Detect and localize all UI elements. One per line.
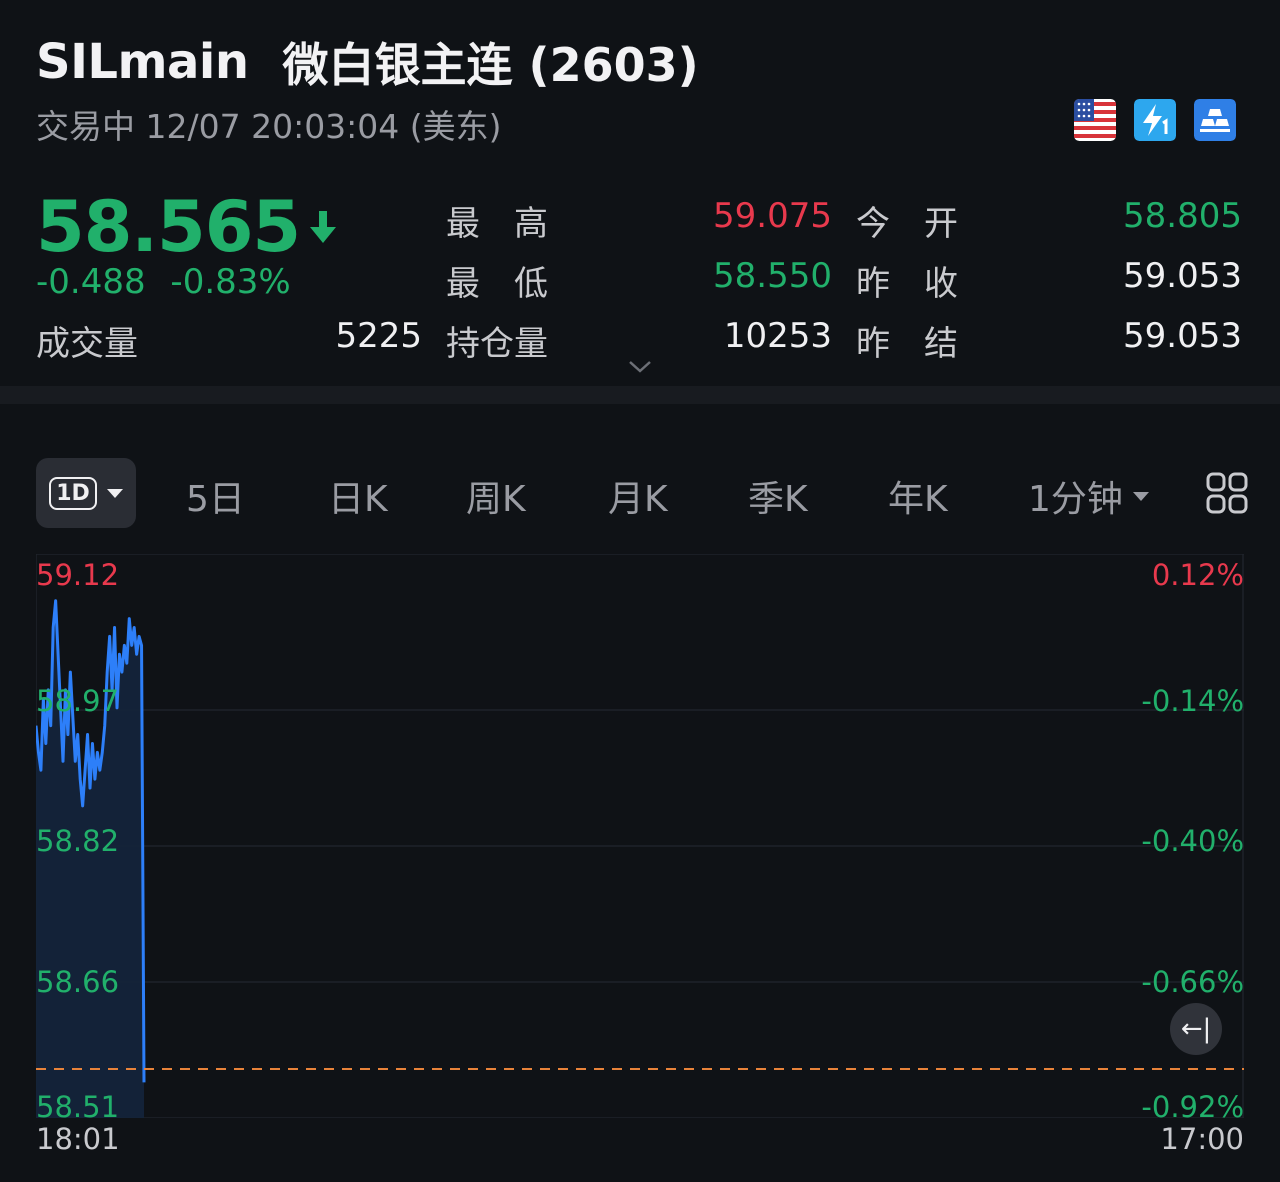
contract-name: 微白银主连 (2603) — [282, 38, 699, 92]
x-label-start: 18:01 — [36, 1122, 120, 1156]
dropdown-caret-icon — [106, 488, 123, 498]
tab-5day[interactable]: 5日 — [186, 470, 245, 522]
change-value: -0.488 — [36, 262, 146, 302]
prev-close-label: 昨 收 — [856, 264, 958, 304]
section-divider — [0, 386, 1280, 404]
high-value: 59.075 — [713, 196, 832, 236]
trading-status: 交易中 12/07 20:03:04 (美东) — [36, 107, 502, 146]
tab-yearly-k[interactable]: 年K — [888, 470, 948, 522]
tab-monthly-k[interactable]: 月K — [608, 470, 668, 522]
interval-caret-icon — [1132, 491, 1149, 501]
high-label: 最 高 — [446, 204, 548, 244]
price-value: 58.565 — [36, 186, 301, 268]
symbol: SILmain — [36, 34, 249, 90]
low-label: 最 低 — [446, 264, 548, 304]
y-label-3: 58.82 — [36, 824, 120, 858]
volume-label: 成交量 — [36, 324, 138, 364]
market-badges — [1074, 99, 1236, 141]
pct-label-4: -0.66% — [1141, 965, 1244, 999]
tab-intraday[interactable]: 1D — [36, 458, 136, 528]
open-interest-value: 10253 — [723, 316, 832, 356]
y-label-top: 59.12 — [36, 558, 120, 592]
pct-label-2: -0.14% — [1141, 684, 1244, 718]
pct-label-3: -0.40% — [1141, 824, 1244, 858]
return-arrow-icon: ←| — [1180, 1014, 1212, 1044]
intraday-chart[interactable] — [36, 554, 1244, 1118]
price-change: -0.488 -0.83% — [36, 262, 291, 302]
period-tabs: 1D 5日 日K 周K 月K 季K 年K 1分钟 — [36, 458, 1248, 532]
tab-interval[interactable]: 1分钟 — [1028, 470, 1149, 522]
gold-bars-icon[interactable] — [1194, 99, 1236, 141]
low-value: 58.550 — [713, 256, 832, 296]
open-label: 今 开 — [856, 204, 958, 244]
prev-settle-label: 昨 结 — [856, 324, 958, 364]
open-interest-label: 持仓量 — [446, 324, 548, 364]
last-price: 58.565 — [36, 186, 338, 268]
tab-weekly-k[interactable]: 周K — [466, 470, 526, 522]
layout-grid-icon[interactable] — [1206, 472, 1248, 514]
us-flag-icon[interactable] — [1074, 99, 1116, 141]
tab-daily-k[interactable]: 日K — [328, 470, 388, 522]
down-arrow-icon — [310, 211, 337, 243]
y-label-bottom: 58.51 — [36, 1090, 120, 1124]
volume-value: 5225 — [335, 316, 422, 356]
tab-quarterly-k[interactable]: 季K — [748, 470, 808, 522]
level1-lightning-icon[interactable] — [1134, 99, 1176, 141]
intraday-label: 1D — [49, 476, 97, 510]
x-label-end: 17:00 — [1160, 1122, 1244, 1156]
y-label-2: 58.97 — [36, 684, 120, 718]
interval-label: 1分钟 — [1028, 479, 1123, 520]
open-value: 58.805 — [1123, 196, 1242, 236]
pct-label-bottom: -0.92% — [1141, 1090, 1244, 1124]
change-percent: -0.83% — [170, 262, 291, 302]
title-row: SILmain 微白银主连 (2603) — [36, 30, 699, 94]
return-latest-button[interactable]: ←| — [1170, 1003, 1222, 1055]
prev-close-value: 59.053 — [1123, 256, 1242, 296]
expand-chevron-icon[interactable] — [628, 360, 652, 374]
pct-label-top: 0.12% — [1151, 558, 1244, 592]
y-label-4: 58.66 — [36, 965, 120, 999]
prev-settle-value: 59.053 — [1123, 316, 1242, 356]
